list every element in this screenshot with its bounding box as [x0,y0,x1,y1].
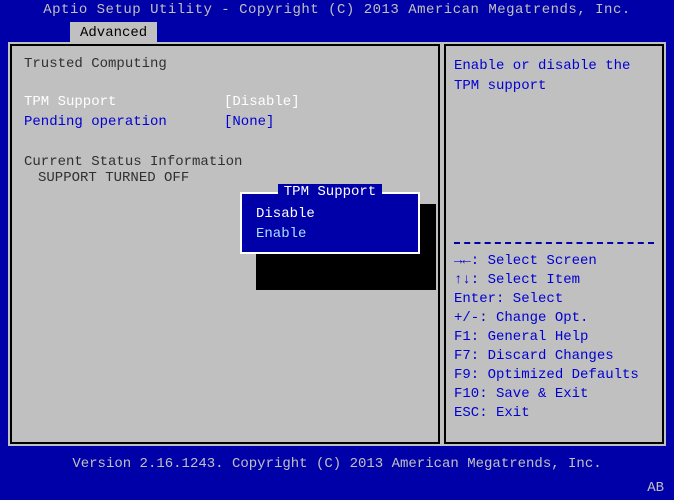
popup-tpm-support: TPM Support Disable Enable [240,192,420,254]
section-title: Trusted Computing [24,56,426,72]
footer-corner: AB [647,480,664,496]
tab-row: Advanced [0,20,674,42]
key-help-item: →←: Select Screen [454,252,654,271]
key-help-item: F1: General Help [454,328,654,347]
key-help-item: Enter: Select [454,290,654,309]
setting-label: Pending operation [24,112,224,132]
key-help-item: F9: Optimized Defaults [454,366,654,385]
title-bar: Aptio Setup Utility - Copyright (C) 2013… [0,0,674,20]
setting-row-tpm-support[interactable]: TPM Support [Disable] [24,92,426,112]
setting-value: [Disable] [224,92,300,112]
key-help-item: ↑↓: Select Item [454,271,654,290]
setting-row-pending-operation[interactable]: Pending operation [None] [24,112,426,132]
status-header: Current Status Information [24,154,426,170]
key-help-item: ESC: Exit [454,404,654,423]
key-help-item: F10: Save & Exit [454,385,654,404]
key-help-list: →←: Select Screen ↑↓: Select Item Enter:… [454,252,654,423]
popup-option-enable[interactable]: Enable [256,224,404,244]
tab-advanced[interactable]: Advanced [70,22,157,42]
setting-value: [None] [224,112,274,132]
help-description: Enable or disable the TPM support [454,56,654,236]
help-divider [454,242,654,244]
key-help-item: F7: Discard Changes [454,347,654,366]
setting-label: TPM Support [24,92,224,112]
popup-title: TPM Support [242,184,418,200]
key-help-item: +/-: Change Opt. [454,309,654,328]
popup-option-disable[interactable]: Disable [256,204,404,224]
help-panel: Enable or disable the TPM support →←: Se… [442,42,666,446]
footer-version: Version 2.16.1243. Copyright (C) 2013 Am… [0,452,674,476]
